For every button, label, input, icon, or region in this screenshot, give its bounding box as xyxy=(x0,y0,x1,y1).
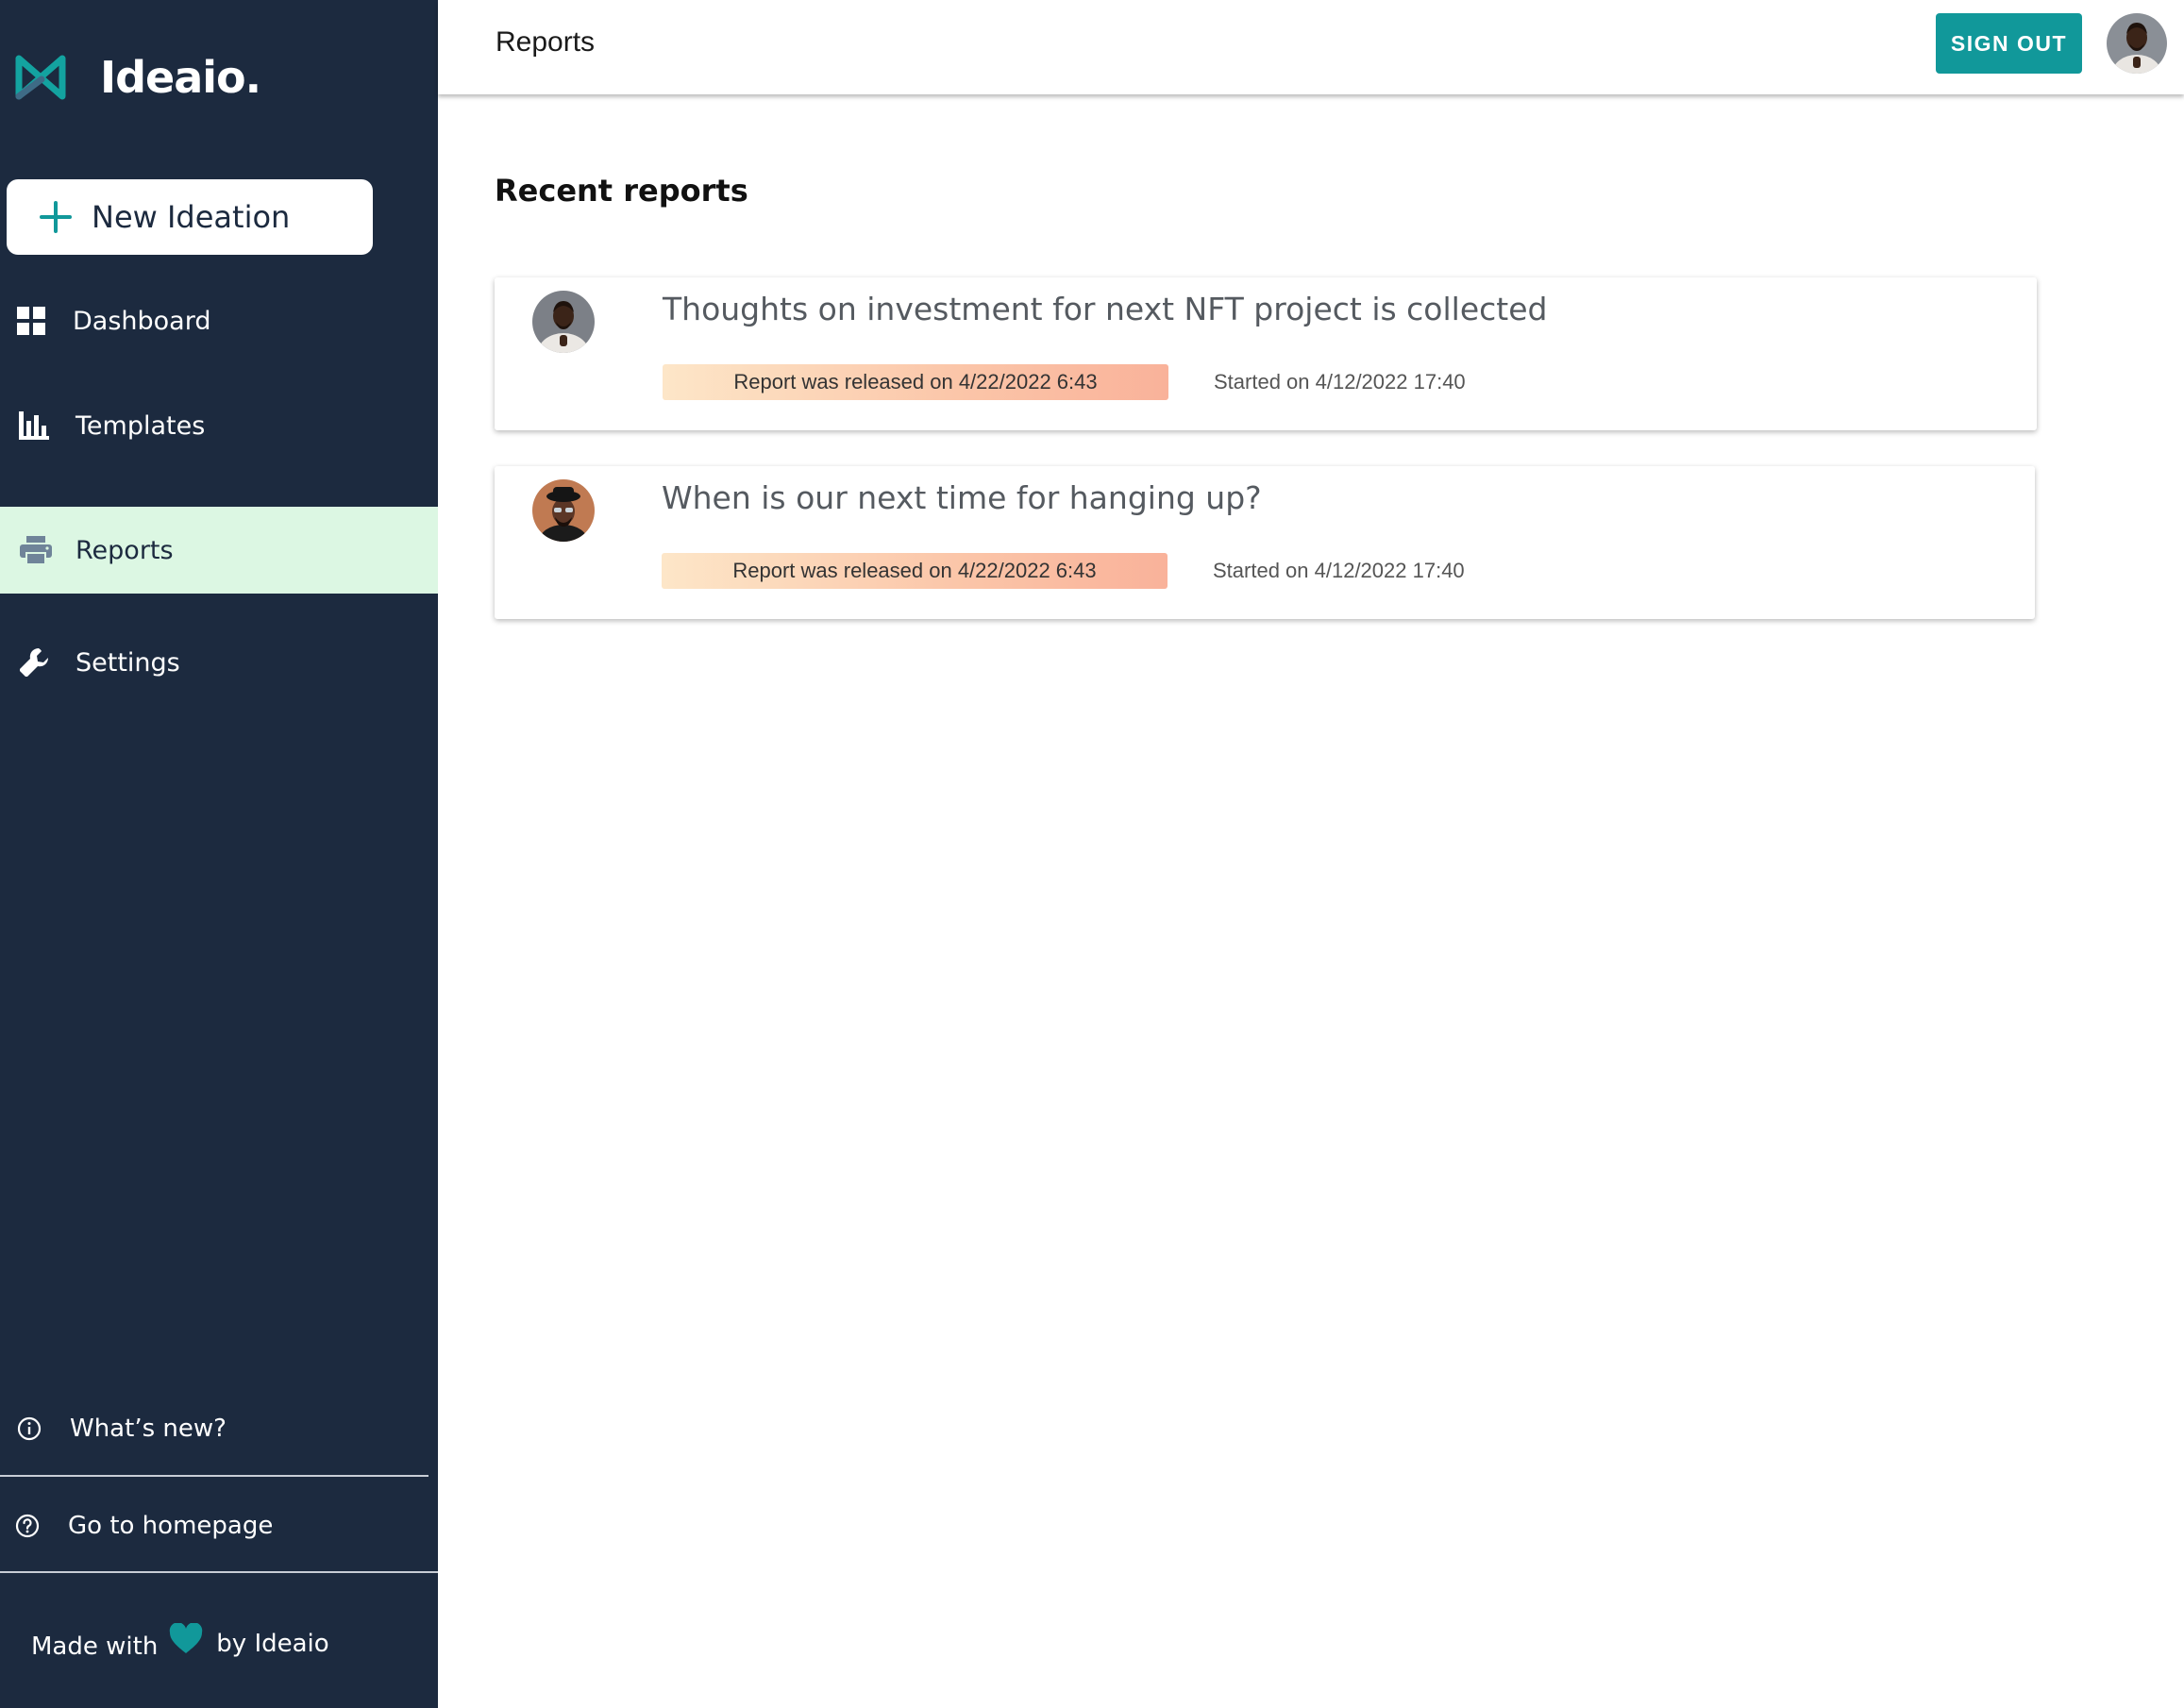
bar-chart-icon xyxy=(19,411,49,440)
sidebar-item-label: Settings xyxy=(76,647,180,678)
sidebar-divider xyxy=(0,1571,438,1573)
report-card[interactable]: Thoughts on investment for next NFT proj… xyxy=(495,277,2037,430)
section-title: Recent reports xyxy=(495,173,748,209)
sidebar-item-label: Reports xyxy=(76,535,174,565)
report-author-avatar xyxy=(532,479,595,542)
avatar-image xyxy=(532,291,595,353)
whats-new-label: What’s new? xyxy=(70,1415,227,1443)
sign-out-button[interactable]: SIGN OUT xyxy=(1936,13,2082,74)
new-ideation-label: New Ideation xyxy=(92,199,291,235)
report-title: Thoughts on investment for next NFT proj… xyxy=(663,291,1548,327)
dashboard-grid-icon xyxy=(17,307,45,335)
report-author-avatar xyxy=(532,291,595,353)
sidebar-item-settings[interactable]: Settings xyxy=(0,620,438,705)
help-circle-icon xyxy=(15,1514,40,1538)
user-avatar-image xyxy=(2107,13,2167,74)
top-bar: Reports SIGN OUT xyxy=(438,0,2184,94)
whats-new-link[interactable]: What’s new? xyxy=(0,1386,438,1471)
avatar-image xyxy=(532,479,595,542)
heart-icon xyxy=(170,1623,203,1653)
report-title: When is our next time for hanging up? xyxy=(662,479,1262,516)
footer-suffix: by Ideaio xyxy=(216,1630,329,1658)
go-to-homepage-label: Go to homepage xyxy=(68,1512,274,1540)
footer-prefix: Made with xyxy=(31,1633,159,1661)
printer-icon xyxy=(20,536,52,565)
footer-credit: Made with by Ideaio xyxy=(31,1623,329,1663)
sidebar-item-label: Templates xyxy=(76,410,206,441)
sidebar-item-templates[interactable]: Templates xyxy=(0,383,438,468)
sidebar-item-reports[interactable]: Reports xyxy=(0,507,438,594)
plus-icon xyxy=(40,201,72,233)
report-started-date: Started on 4/12/2022 17:40 xyxy=(1213,559,1465,582)
new-ideation-button[interactable]: New Ideation xyxy=(7,179,373,255)
go-to-homepage-link[interactable]: Go to homepage xyxy=(0,1483,438,1568)
sidebar-item-label: Dashboard xyxy=(73,306,211,336)
brand-name: Ideaio. xyxy=(100,52,261,103)
sidebar: Ideaio. New Ideation Dashboard Templates xyxy=(0,0,438,1708)
report-card[interactable]: When is our next time for hanging up? Re… xyxy=(495,466,2035,619)
wrench-icon xyxy=(20,647,49,677)
sidebar-item-dashboard[interactable]: Dashboard xyxy=(0,278,438,363)
report-released-badge: Report was released on 4/22/2022 6:43 xyxy=(662,553,1168,589)
ideaio-logo-icon xyxy=(15,55,66,100)
info-circle-icon xyxy=(17,1416,42,1441)
sidebar-divider xyxy=(0,1475,428,1477)
report-released-badge: Report was released on 4/22/2022 6:43 xyxy=(663,364,1168,400)
logo[interactable]: Ideaio. xyxy=(13,51,261,104)
page-title: Reports xyxy=(496,26,596,58)
report-started-date: Started on 4/12/2022 17:40 xyxy=(1214,370,1466,394)
user-avatar[interactable] xyxy=(2107,13,2167,74)
